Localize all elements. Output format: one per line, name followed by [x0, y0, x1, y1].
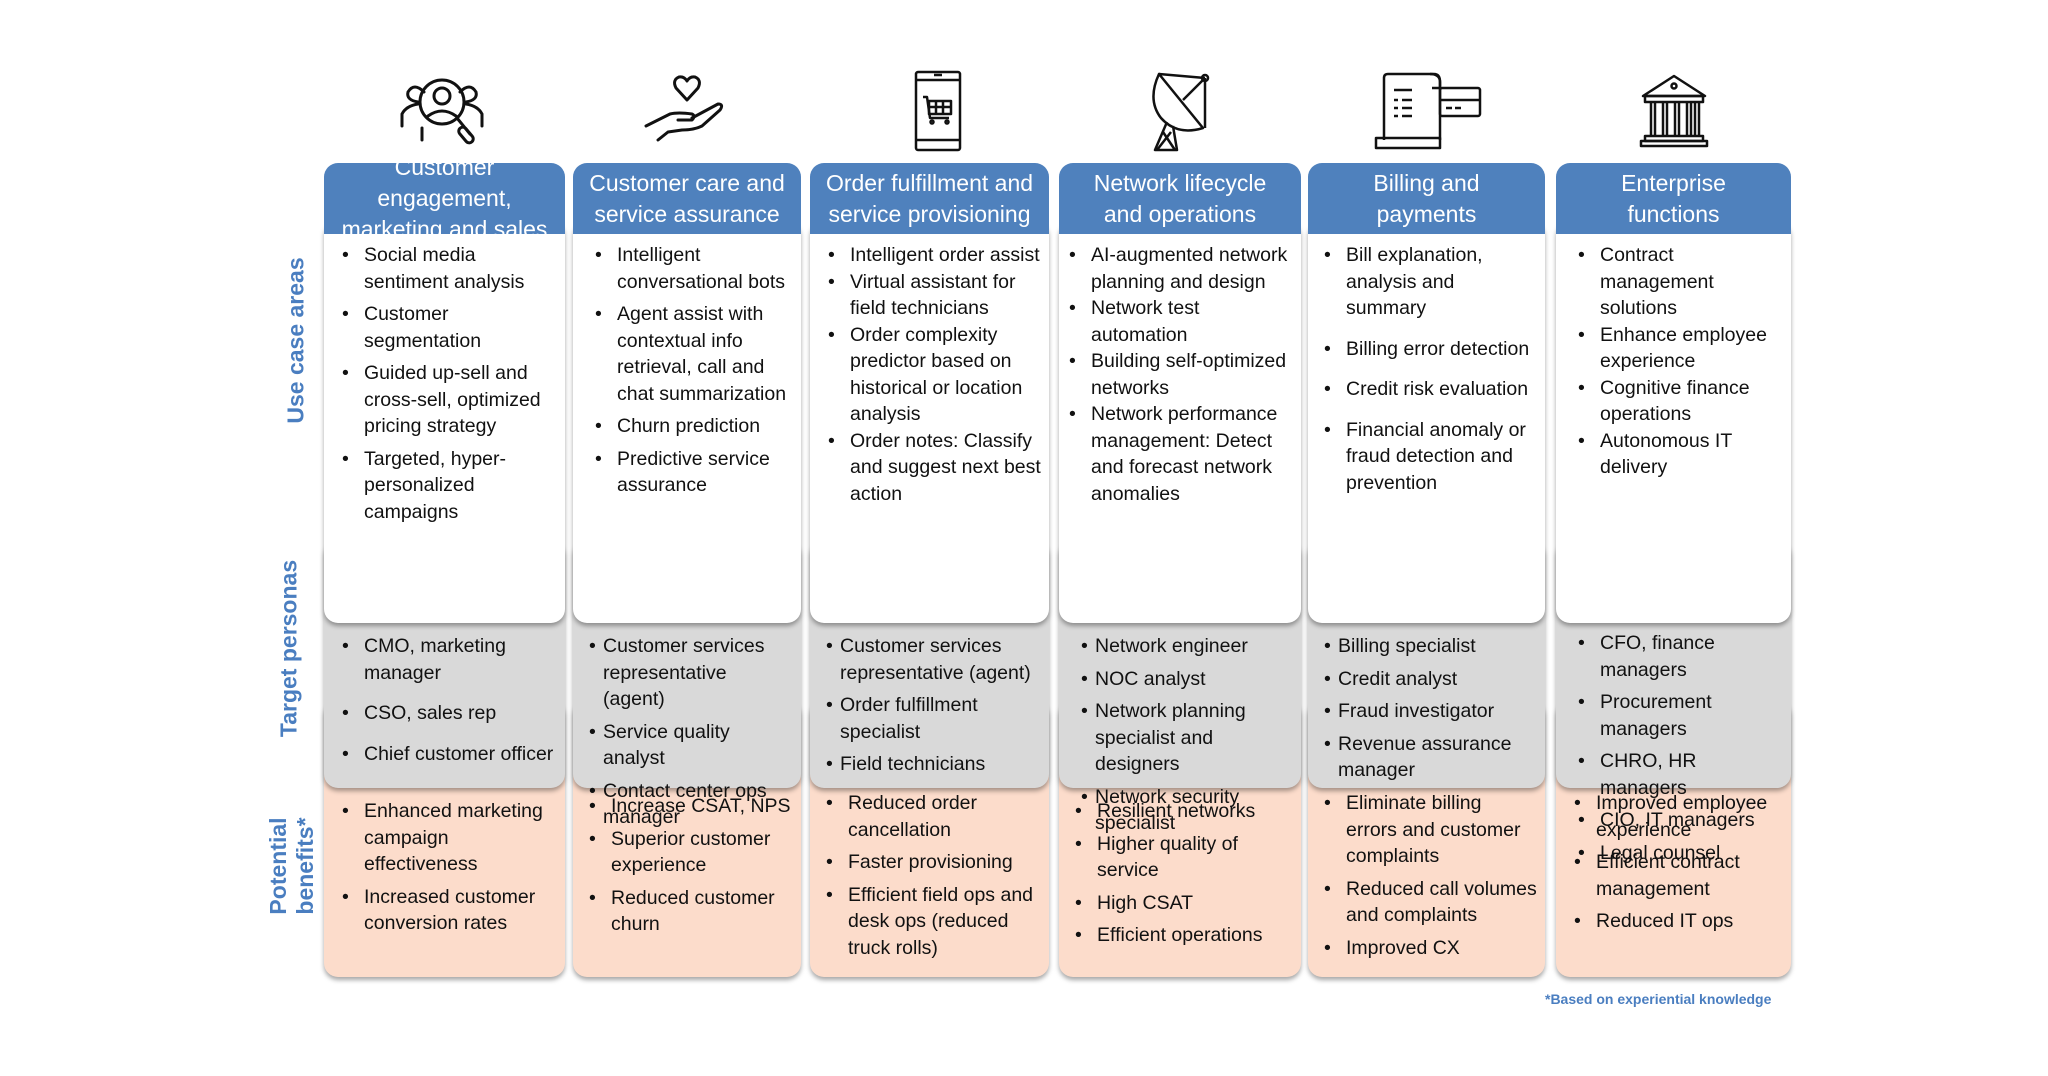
list-item: Increased customer conversion rates: [342, 884, 557, 937]
header-line: Billing and: [1373, 169, 1480, 196]
row-label-potential: Potential: [265, 817, 291, 915]
header-line: Customer engagement,: [377, 154, 512, 211]
row-label-benefits: benefits*: [292, 817, 318, 915]
mobile-cart-icon: [875, 70, 985, 152]
column-header: Order fulfillment and service provisionin…: [810, 163, 1049, 234]
header-line: Network lifecycle: [1093, 169, 1267, 196]
people-search-icon: [390, 70, 500, 152]
column-header: Billing and payments: [1308, 163, 1545, 234]
column-header: Network lifecycle and operations: [1059, 163, 1301, 234]
list-item: Reduced order cancellation: [826, 790, 1041, 843]
list-item: Efficient operations: [1075, 922, 1293, 949]
list-item: Improved CX: [1324, 935, 1537, 962]
list-item: Network planning specialist and designer…: [1081, 698, 1293, 778]
list-item: Autonomous IT delivery: [1578, 428, 1783, 481]
use-cases-panel: Contract management solutions Enhance em…: [1556, 220, 1791, 623]
hand-heart-icon: [632, 70, 742, 152]
list-item: Billing specialist: [1324, 633, 1537, 660]
header-line: Customer care and: [589, 169, 785, 196]
column-header: Customer engagement, marketing and sales: [324, 154, 565, 242]
list-item: Order notes: Classify and suggest next b…: [828, 428, 1041, 508]
list-item: Billing error detection: [1324, 336, 1537, 363]
footnote: *Based on experiential knowledge: [1545, 991, 1772, 1007]
list-item: Targeted, hyper-personalized campaigns: [342, 446, 557, 526]
list-item: Higher quality of service: [1075, 831, 1293, 884]
list-item: Predictive service assurance: [595, 446, 793, 499]
list-item: NOC analyst: [1081, 666, 1293, 693]
list-item: Network performance management: Detect a…: [1069, 401, 1293, 507]
list-item: Network security specialist: [1081, 784, 1293, 837]
list-item: Network test automation: [1069, 295, 1293, 348]
list-item: Credit analyst: [1324, 666, 1537, 693]
list-item: Financial anomaly or fraud detection and…: [1324, 417, 1537, 497]
list-item: Contract management solutions: [1578, 242, 1783, 322]
list-item: Order fulfillment specialist: [826, 692, 1041, 745]
list-item: Faster provisioning: [826, 849, 1041, 876]
row-label-potential-benefits: Potential benefits*: [265, 811, 319, 921]
list-item: Customer services representative (agent): [589, 633, 793, 713]
list-item: Fraud investigator: [1324, 698, 1537, 725]
receipt-card-icon: [1372, 70, 1482, 152]
list-item: Virtual assistant for field technicians: [828, 269, 1041, 322]
list-item: Legal counsel: [1578, 840, 1783, 867]
use-cases-panel: Social media sentiment analysis Customer…: [324, 220, 565, 623]
list-item: Enhanced marketing campaign effectivenes…: [342, 798, 557, 878]
use-cases-panel: Bill explanation, analysis and summary B…: [1308, 220, 1545, 623]
list-item: Building self-optimized networks: [1069, 348, 1293, 401]
header-line: and operations: [1103, 200, 1257, 227]
list-item: Bill explanation, analysis and summary: [1324, 242, 1537, 322]
bank-building-icon: [1619, 70, 1729, 152]
list-item: Credit risk evaluation: [1324, 376, 1537, 403]
column-header: Customer care and service assurance: [573, 163, 801, 234]
header-line: functions: [1627, 200, 1720, 227]
list-item: Efficient field ops and desk ops (reduce…: [826, 882, 1041, 962]
use-cases-panel: AI-augmented network planning and design…: [1059, 220, 1301, 623]
list-item: Churn prediction: [595, 413, 793, 440]
list-item: CIO, IT managers: [1578, 807, 1783, 834]
list-item: Order complexity predictor based on hist…: [828, 322, 1041, 428]
list-item: Customer segmentation: [342, 301, 557, 354]
list-item: Contact center ops manager: [589, 778, 793, 831]
header-line: Enterprise: [1621, 169, 1726, 196]
list-item: Reduced customer churn: [589, 885, 793, 938]
list-item: High CSAT: [1075, 890, 1293, 917]
list-item: Superior customer experience: [589, 826, 793, 879]
column-header: Enterprise functions: [1556, 163, 1791, 234]
list-item: Agent assist with contextual info retrie…: [595, 301, 793, 407]
list-item: Chief customer officer: [342, 741, 557, 768]
list-item: CSO, sales rep: [342, 700, 557, 727]
list-item: Eliminate billing errors and customer co…: [1324, 790, 1537, 870]
row-label-target-personas: Target personas: [275, 559, 302, 738]
list-item: Network engineer: [1081, 633, 1293, 660]
list-item: Guided up-sell and cross-sell, optimized…: [342, 360, 557, 440]
row-label-use-case-areas: Use case areas: [282, 257, 309, 424]
use-cases-panel: Intelligent conversational bots Agent as…: [573, 220, 801, 623]
list-item: Service quality analyst: [589, 719, 793, 772]
list-item: Social media sentiment analysis: [342, 242, 557, 295]
list-item: Field technicians: [826, 751, 1041, 778]
list-item: Reduced IT ops: [1574, 908, 1783, 935]
list-item: Intelligent conversational bots: [595, 242, 793, 295]
list-item: Procurement managers: [1578, 689, 1783, 742]
list-item: Reduced call volumes and complaints: [1324, 876, 1537, 929]
satellite-dish-icon: [1125, 70, 1235, 152]
list-item: Intelligent order assist: [828, 242, 1041, 269]
list-item: CHRO, HR managers: [1578, 748, 1783, 801]
list-item: CMO, marketing manager: [342, 633, 557, 686]
list-item: Revenue assurance manager: [1324, 731, 1537, 784]
list-item: Customer services representative (agent): [826, 633, 1041, 686]
header-line: marketing and sales: [341, 216, 548, 242]
list-item: Cognitive finance operations: [1578, 375, 1783, 428]
use-cases-panel: Intelligent order assist Virtual assista…: [810, 220, 1049, 623]
header-line: Order fulfillment and: [825, 169, 1034, 196]
list-item: CFO, finance managers: [1578, 630, 1783, 683]
header-line: payments: [1376, 200, 1477, 227]
list-item: Enhance employee experience: [1578, 322, 1783, 375]
header-line: service assurance: [594, 200, 780, 227]
header-line: service provisioning: [828, 200, 1031, 227]
list-item: AI-augmented network planning and design: [1069, 242, 1293, 295]
